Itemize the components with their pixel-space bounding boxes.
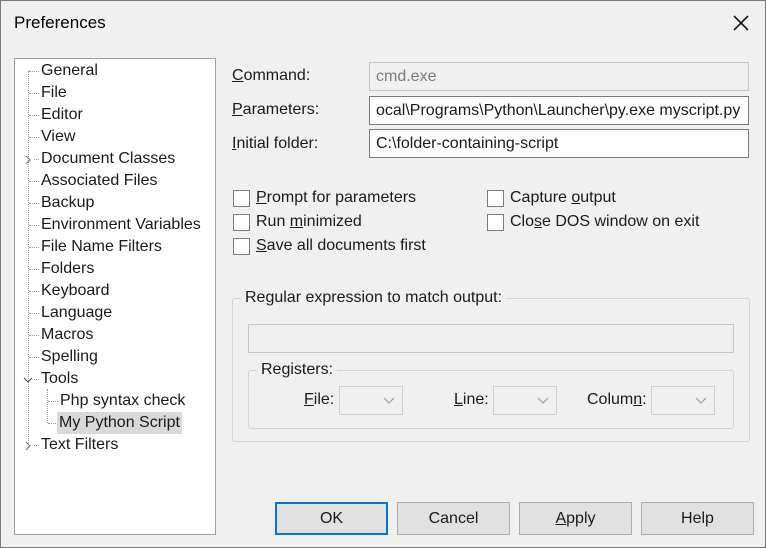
checkbox-box[interactable] bbox=[487, 213, 504, 231]
checkbox-box[interactable] bbox=[233, 237, 250, 255]
registers-legend: Registers: bbox=[257, 361, 338, 379]
tree-item-file-name-filters[interactable]: File Name Filters bbox=[39, 236, 164, 258]
run-minimized-checkbox[interactable]: Run minimized bbox=[233, 211, 362, 233]
initial-folder-input[interactable]: C:\folder-containing-script bbox=[369, 129, 749, 158]
command-label: Command: bbox=[232, 67, 311, 84]
window-title: Preferences bbox=[14, 13, 106, 32]
chevron-down-icon bbox=[383, 397, 395, 404]
tree-item-general[interactable]: General bbox=[39, 60, 100, 82]
chevron-right-icon[interactable] bbox=[22, 440, 34, 452]
file-register-combo[interactable] bbox=[339, 386, 403, 415]
cancel-button[interactable]: Cancel bbox=[397, 502, 510, 535]
chevron-down-icon[interactable] bbox=[22, 374, 34, 386]
tree-item-folders[interactable]: Folders bbox=[39, 258, 96, 280]
command-input[interactable]: cmd.exe bbox=[369, 62, 749, 91]
tree-item-spelling[interactable]: Spelling bbox=[39, 346, 100, 368]
tree-item-language[interactable]: Language bbox=[39, 302, 114, 324]
regex-input[interactable] bbox=[248, 324, 734, 353]
close-button[interactable] bbox=[725, 7, 757, 39]
parameters-label: Parameters: bbox=[232, 101, 320, 118]
tree-item-tools[interactable]: Tools bbox=[39, 368, 80, 390]
line-register-combo[interactable] bbox=[493, 386, 557, 415]
line-register-label: Line: bbox=[454, 391, 489, 408]
chevron-down-icon bbox=[695, 397, 707, 404]
regex-group-legend: Regular expression to match output: bbox=[241, 289, 507, 307]
help-button[interactable]: Help bbox=[641, 502, 754, 535]
file-register-label: File: bbox=[304, 391, 335, 408]
initial-folder-label: Initial folder: bbox=[232, 135, 319, 152]
ok-button[interactable]: OK bbox=[275, 502, 388, 535]
tree-item-associated-files[interactable]: Associated Files bbox=[39, 170, 160, 192]
parameters-input[interactable]: ocal\Programs\Python\Launcher\py.exe mys… bbox=[369, 96, 749, 125]
capture-output-checkbox[interactable]: Capture output bbox=[487, 187, 616, 209]
tree-item-php-syntax-check[interactable]: Php syntax check bbox=[58, 390, 187, 412]
tree-item-file[interactable]: File bbox=[39, 82, 69, 104]
apply-button[interactable]: Apply bbox=[519, 502, 632, 535]
save-all-documents-checkbox[interactable]: Save all documents first bbox=[233, 235, 426, 257]
tree-item-document-classes[interactable]: Document Classes bbox=[39, 148, 177, 170]
tree-item-my-python-script[interactable]: My Python Script bbox=[57, 412, 182, 434]
column-register-combo[interactable] bbox=[651, 386, 715, 415]
tree-item-backup[interactable]: Backup bbox=[39, 192, 96, 214]
title-bar: Preferences bbox=[1, 1, 765, 45]
close-dos-window-checkbox[interactable]: Close DOS window on exit bbox=[487, 211, 699, 233]
chevron-right-icon[interactable] bbox=[22, 154, 34, 166]
tree-item-environment-variables[interactable]: Environment Variables bbox=[39, 214, 203, 236]
preferences-dialog: Preferences General File Editor View Doc… bbox=[0, 0, 766, 548]
tree-item-view[interactable]: View bbox=[39, 126, 77, 148]
checkbox-box[interactable] bbox=[233, 189, 250, 207]
tree-item-editor[interactable]: Editor bbox=[39, 104, 85, 126]
tree-item-keyboard[interactable]: Keyboard bbox=[39, 280, 112, 302]
tree-item-macros[interactable]: Macros bbox=[39, 324, 95, 346]
tree-connector bbox=[28, 71, 29, 445]
close-icon bbox=[733, 15, 749, 31]
category-tree[interactable]: General File Editor View Document Classe… bbox=[14, 58, 216, 535]
chevron-down-icon bbox=[537, 397, 549, 404]
checkbox-box[interactable] bbox=[487, 189, 504, 207]
checkbox-box[interactable] bbox=[233, 213, 250, 231]
column-register-label: Column: bbox=[587, 391, 647, 408]
prompt-for-parameters-checkbox[interactable]: Prompt for parameters bbox=[233, 187, 416, 209]
tree-item-text-filters[interactable]: Text Filters bbox=[39, 434, 120, 456]
